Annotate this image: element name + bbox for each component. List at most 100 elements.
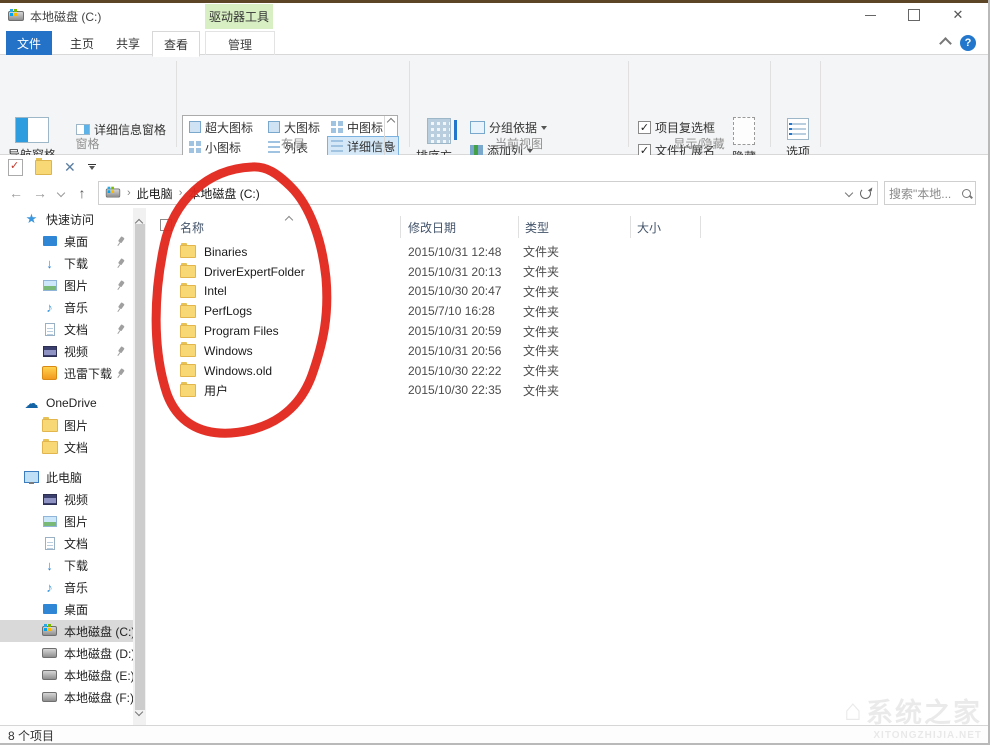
column-size[interactable]: 大小 — [637, 219, 661, 236]
sidebar-label: 视频 — [64, 491, 88, 508]
scrollbar-thumb[interactable] — [135, 224, 145, 710]
refresh-icon[interactable] — [860, 188, 871, 199]
sidebar-pc-documents[interactable]: 文档 — [0, 532, 133, 554]
sidebar-label: 下载 — [64, 255, 88, 272]
breadcrumb-local-disk-c[interactable]: 本地磁盘 (C:) — [188, 185, 259, 202]
file-row-windows-old[interactable]: Windows.old 2015/10/30 22:22 文件夹 — [146, 361, 846, 381]
tab-view[interactable]: 查看 — [152, 31, 200, 57]
file-type: 文件夹 — [523, 303, 559, 320]
file-row-perflogs[interactable]: PerfLogs 2015/7/10 16:28 文件夹 — [146, 301, 846, 321]
search-icon[interactable] — [962, 189, 971, 198]
view-large-icons[interactable]: 大图标 — [265, 117, 323, 137]
file-date: 2015/10/30 20:47 — [408, 284, 523, 298]
minimize-button[interactable] — [848, 3, 892, 27]
sidebar-drive-f[interactable]: 本地磁盘 (F:) — [0, 686, 133, 708]
file-date: 2015/10/31 20:13 — [408, 265, 523, 279]
help-icon[interactable]: ? — [960, 35, 976, 51]
sidebar-qa-music[interactable]: ♪ 音乐 — [0, 296, 133, 318]
sidebar-od-pictures[interactable]: 图片 — [0, 414, 133, 436]
file-row-windows[interactable]: Windows 2015/10/31 20:56 文件夹 — [146, 341, 846, 361]
sidebar-qa-pictures[interactable]: 图片 — [0, 274, 133, 296]
file-type: 文件夹 — [523, 263, 559, 280]
sidebar-scrollbar[interactable] — [133, 208, 146, 725]
back-button[interactable]: ← — [4, 185, 28, 201]
folder-icon — [42, 440, 57, 454]
delete-icon[interactable]: ✕ — [64, 160, 76, 174]
sidebar-pc-desktop[interactable]: 桌面 — [0, 598, 133, 620]
pin-icon — [112, 255, 127, 270]
tab-share[interactable]: 共享 — [106, 31, 150, 55]
sidebar-this-pc[interactable]: 此电脑 — [0, 466, 133, 488]
file-row-users[interactable]: 用户 2015/10/30 22:35 文件夹 — [146, 381, 846, 401]
file-row-binaries[interactable]: Binaries 2015/10/31 12:48 文件夹 — [146, 242, 846, 262]
contextual-tab-drive-tools[interactable]: 驱动器工具 — [205, 4, 273, 29]
sidebar-drive-c[interactable]: 本地磁盘 (C:) — [0, 620, 133, 642]
up-button[interactable]: ↑ — [70, 185, 94, 201]
folder-icon — [180, 285, 196, 298]
view-medium-icons[interactable]: 中图标 — [328, 117, 386, 137]
folder-icon — [180, 265, 196, 278]
panes-group-label: 窗格 — [0, 135, 175, 152]
column-divider[interactable] — [400, 216, 401, 238]
documents-icon — [42, 536, 57, 550]
sidebar-drive-e[interactable]: 本地磁盘 (E:) — [0, 664, 133, 686]
item-checkboxes-checkbox[interactable]: ✓ 项目复选框 — [638, 119, 715, 136]
sidebar-pc-music[interactable]: ♪ 音乐 — [0, 576, 133, 598]
maximize-button[interactable] — [892, 3, 936, 27]
view-xl-icons[interactable]: 超大图标 — [186, 117, 256, 137]
file-name: Windows.old — [204, 364, 408, 378]
file-row-program-files[interactable]: Program Files 2015/10/31 20:59 文件夹 — [146, 321, 846, 341]
column-divider[interactable] — [700, 216, 701, 238]
sidebar-od-documents[interactable]: 文档 — [0, 436, 133, 458]
sidebar-quick-access[interactable]: ★ 快速访问 — [0, 208, 133, 230]
select-all-checkbox[interactable] — [160, 219, 172, 231]
file-type: 文件夹 — [523, 283, 559, 300]
column-header-row: 名称 修改日期 类型 大小 — [146, 214, 846, 240]
tab-home[interactable]: 主页 — [60, 31, 104, 55]
new-folder-icon[interactable] — [35, 160, 52, 175]
file-type: 文件夹 — [523, 243, 559, 260]
column-type[interactable]: 类型 — [525, 219, 549, 236]
address-bar[interactable]: › 此电脑 › 本地磁盘 (C:) — [98, 181, 878, 205]
ribbon-divider — [409, 61, 410, 147]
file-row-driverexpertfolder[interactable]: DriverExpertFolder 2015/10/31 20:13 文件夹 — [146, 262, 846, 282]
customize-toolbar-icon[interactable] — [88, 164, 96, 170]
sidebar-qa-desktop[interactable]: 桌面 — [0, 230, 133, 252]
minimize-ribbon-icon[interactable] — [939, 37, 952, 50]
address-dropdown-icon[interactable] — [845, 189, 853, 197]
sidebar-pc-pictures[interactable]: 图片 — [0, 510, 133, 532]
breadcrumb-this-pc[interactable]: 此电脑 — [137, 185, 173, 202]
group-by-button[interactable]: 分组依据 — [470, 119, 547, 136]
sidebar-pc-videos[interactable]: 视频 — [0, 488, 133, 510]
drive-icon — [8, 11, 24, 21]
sidebar-label: 本地磁盘 (F:) — [64, 689, 133, 706]
column-date[interactable]: 修改日期 — [408, 219, 456, 236]
view-label: 超大图标 — [205, 119, 253, 136]
sidebar-label: 迅雷下载 — [64, 365, 112, 382]
options-button[interactable]: 选项 — [778, 118, 818, 160]
sidebar-onedrive[interactable]: ☁ OneDrive — [0, 392, 133, 414]
sidebar-label: 图片 — [64, 277, 88, 294]
sidebar-qa-documents[interactable]: 文档 — [0, 318, 133, 340]
tab-manage[interactable]: 管理 — [205, 31, 275, 56]
checkbox-checked-icon: ✓ — [638, 121, 651, 134]
sidebar-qa-videos[interactable]: 视频 — [0, 340, 133, 362]
tab-file[interactable]: 文件 — [6, 31, 52, 55]
column-name[interactable]: 名称 — [180, 219, 204, 236]
drive-icon — [106, 189, 120, 198]
properties-icon[interactable] — [8, 159, 23, 176]
close-button[interactable]: ✕ — [936, 3, 980, 27]
column-divider[interactable] — [630, 216, 631, 238]
sidebar-qa-thunder[interactable]: 迅雷下载 — [0, 362, 133, 384]
sidebar-qa-downloads[interactable]: ↓ 下载 — [0, 252, 133, 274]
recent-locations-icon[interactable] — [57, 189, 65, 197]
status-bar: 8 个项目 — [0, 725, 988, 745]
group-by-icon — [470, 121, 485, 134]
scroll-down-icon[interactable] — [135, 708, 143, 716]
search-input[interactable]: 搜索"本地... — [884, 181, 976, 205]
file-row-intel[interactable]: Intel 2015/10/30 20:47 文件夹 — [146, 282, 846, 302]
sidebar-pc-downloads[interactable]: ↓ 下载 — [0, 554, 133, 576]
column-divider[interactable] — [518, 216, 519, 238]
sidebar-drive-d[interactable]: 本地磁盘 (D:) — [0, 642, 133, 664]
forward-button[interactable]: → — [28, 185, 52, 201]
